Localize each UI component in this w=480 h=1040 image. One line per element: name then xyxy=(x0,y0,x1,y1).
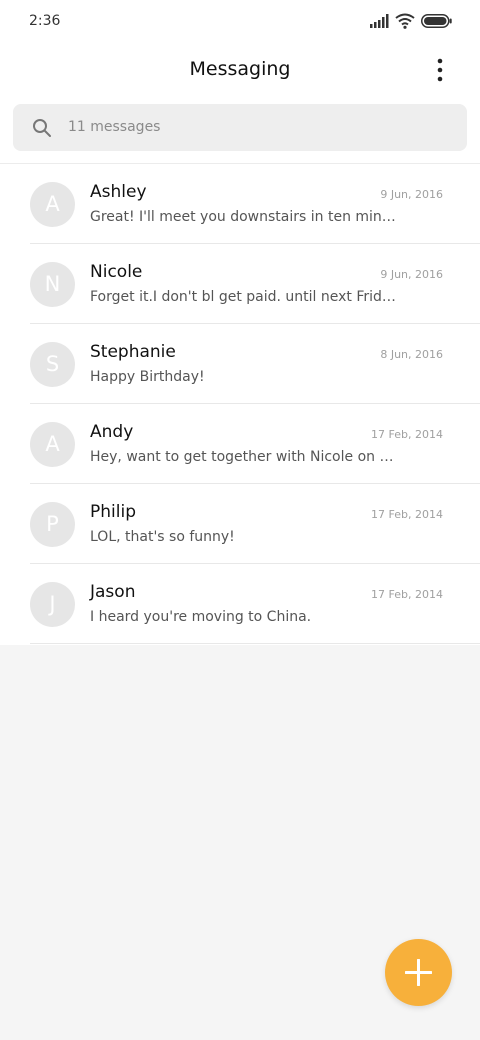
message-date: 8 Jun, 2016 xyxy=(380,348,443,361)
avatar: A xyxy=(30,182,75,227)
status-time: 2:36 xyxy=(29,13,61,29)
contact-name: Nicole xyxy=(90,262,143,282)
contact-name: Jason xyxy=(90,582,136,602)
battery-icon xyxy=(421,14,452,28)
conversation-item[interactable]: A Ashley 9 Jun, 2016 Great! I'll meet yo… xyxy=(0,164,480,244)
message-preview: I heard you're moving to China. xyxy=(90,609,312,625)
more-options-button[interactable] xyxy=(424,54,456,86)
message-preview: Happy Birthday! xyxy=(90,369,205,385)
new-message-button[interactable] xyxy=(385,939,452,1006)
contact-name: Andy xyxy=(90,422,134,442)
messaging-screen: 2:36 Messaging 11 messages A Ashley 9 Ju… xyxy=(0,0,480,1040)
message-date: 17 Feb, 2014 xyxy=(371,428,443,441)
avatar: S xyxy=(30,342,75,387)
contact-name: Philip xyxy=(90,502,136,522)
message-preview: Forget it.I don't bl get paid. until nex… xyxy=(90,289,400,305)
status-bar: 2:36 xyxy=(0,0,480,44)
contact-name: Stephanie xyxy=(90,342,176,362)
conversation-item[interactable]: A Andy 17 Feb, 2014 Hey, want to get tog… xyxy=(0,404,480,484)
conversation-item[interactable]: N Nicole 9 Jun, 2016 Forget it.I don't b… xyxy=(0,244,480,324)
message-date: 17 Feb, 2014 xyxy=(371,508,443,521)
conversation-item[interactable]: S Stephanie 8 Jun, 2016 Happy Birthday! xyxy=(0,324,480,404)
avatar: J xyxy=(30,582,75,627)
plus-icon xyxy=(405,959,432,986)
message-preview: Great! I'll meet you downstairs in ten m… xyxy=(90,209,400,225)
avatar: A xyxy=(30,422,75,467)
conversation-item[interactable]: P Philip 17 Feb, 2014 LOL, that's so fun… xyxy=(0,484,480,564)
search-placeholder: 11 messages xyxy=(68,119,161,135)
conversation-item[interactable]: J Jason 17 Feb, 2014 I heard you're movi… xyxy=(0,564,480,644)
signal-icon xyxy=(370,14,389,28)
wifi-icon xyxy=(395,13,415,29)
title-bar: Messaging xyxy=(0,44,480,98)
search-input[interactable]: 11 messages xyxy=(13,104,467,151)
avatar: N xyxy=(30,262,75,307)
message-preview: Hey, want to get together with Nicole on… xyxy=(90,449,400,465)
message-preview: LOL, that's so funny! xyxy=(90,529,235,545)
page-title: Messaging xyxy=(189,58,291,80)
message-date: 9 Jun, 2016 xyxy=(380,188,443,201)
more-vertical-icon xyxy=(437,58,443,82)
avatar: P xyxy=(30,502,75,547)
search-icon xyxy=(33,119,51,137)
message-date: 9 Jun, 2016 xyxy=(380,268,443,281)
conversation-list: A Ashley 9 Jun, 2016 Great! I'll meet yo… xyxy=(0,164,480,644)
message-date: 17 Feb, 2014 xyxy=(371,588,443,601)
contact-name: Ashley xyxy=(90,182,147,202)
